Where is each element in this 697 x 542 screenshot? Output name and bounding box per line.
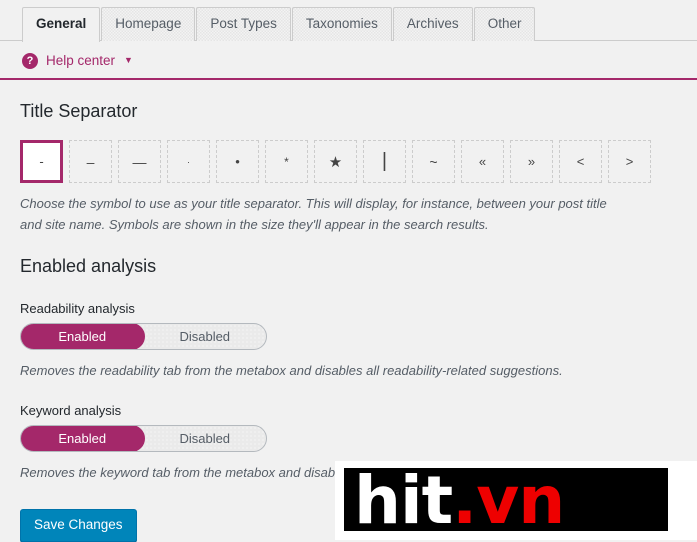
tab-general[interactable]: General [22,7,101,42]
tab-label: Post Types [210,16,277,31]
separator-glyph: - [39,154,44,170]
separator-glyph: « [478,154,487,170]
separator-option-middle-dot[interactable]: · [167,140,210,184]
help-center-row: ? Help center ▼ [0,41,697,80]
separator-option-asterisk[interactable]: * [265,140,308,184]
readability-analysis-label: Readability analysis [20,300,135,316]
tab-archives[interactable]: Archives [392,7,473,41]
tab-label: Homepage [115,16,182,31]
separator-glyph: » [527,154,536,170]
readability-toggle-enabled[interactable]: Enabled [21,324,144,349]
keyword-toggle-disabled[interactable]: Disabled [144,426,267,451]
separator-glyph: ★ [328,153,343,171]
separator-option-en-dash[interactable]: – [69,140,112,184]
separator-option-less-than[interactable]: < [559,140,602,184]
tab-label: Taxonomies [305,16,378,31]
separator-option-bullet[interactable]: • [216,140,259,184]
readability-toggle-disabled[interactable]: Disabled [144,324,267,349]
enabled-analysis-heading: Enabled analysis [20,256,157,277]
help-center-label: Help center [46,53,116,68]
separator-option-star[interactable]: ★ [314,140,357,184]
tab-post-types[interactable]: Post Types [196,7,291,41]
separator-glyph: | [381,150,388,173]
title-separator-options: - – — · • * ★ | ~ « » < > [20,140,677,184]
tab-other[interactable]: Other [473,7,536,41]
separator-glyph: < [576,154,585,170]
separator-glyph: ~ [429,153,438,170]
save-changes-button[interactable]: Save Changes [20,508,137,542]
tab-label: Archives [406,16,459,31]
tab-taxonomies[interactable]: Taxonomies [291,7,392,41]
readability-analysis-toggle[interactable]: Enabled Disabled [20,322,267,350]
watermark-text-white: hit [354,462,453,539]
help-center-toggle[interactable]: ? Help center ▼ [22,52,133,69]
separator-option-hyphen[interactable]: - [20,140,63,184]
separator-glyph: * [284,154,289,169]
title-separator-description: Choose the symbol to use as your title s… [20,196,607,233]
tab-homepage[interactable]: Homepage [101,7,196,41]
separator-option-greater-than[interactable]: > [608,140,651,184]
separator-option-em-dash[interactable]: — [118,140,161,184]
separator-glyph: > [625,154,634,170]
tab-label: Other [487,16,522,31]
settings-tab-bar: General Homepage Post Types Taxonomies A… [0,0,697,42]
watermark-logo: hit.vn [344,462,684,540]
separator-option-double-angle-left[interactable]: « [461,140,504,184]
keyword-analysis-label: Keyword analysis [20,402,122,418]
chevron-down-icon: ▼ [124,55,133,65]
readability-analysis-description: Removes the readability tab from the met… [20,362,563,378]
separator-glyph: – [86,153,95,170]
separator-option-tilde[interactable]: ~ [412,140,455,184]
question-mark-circle-icon: ? [22,52,38,69]
separator-option-pipe[interactable]: | [363,140,406,184]
keyword-analysis-toggle[interactable]: Enabled Disabled [20,424,267,452]
separator-glyph: — [132,153,147,170]
keyword-toggle-enabled[interactable]: Enabled [21,426,144,451]
separator-glyph: • [235,154,240,170]
tab-label: General [36,16,87,31]
separator-option-double-angle-right[interactable]: » [510,140,553,184]
separator-glyph: · [187,156,190,167]
title-separator-heading: Title Separator [20,101,138,121]
watermark-text-red: .vn [452,462,565,539]
